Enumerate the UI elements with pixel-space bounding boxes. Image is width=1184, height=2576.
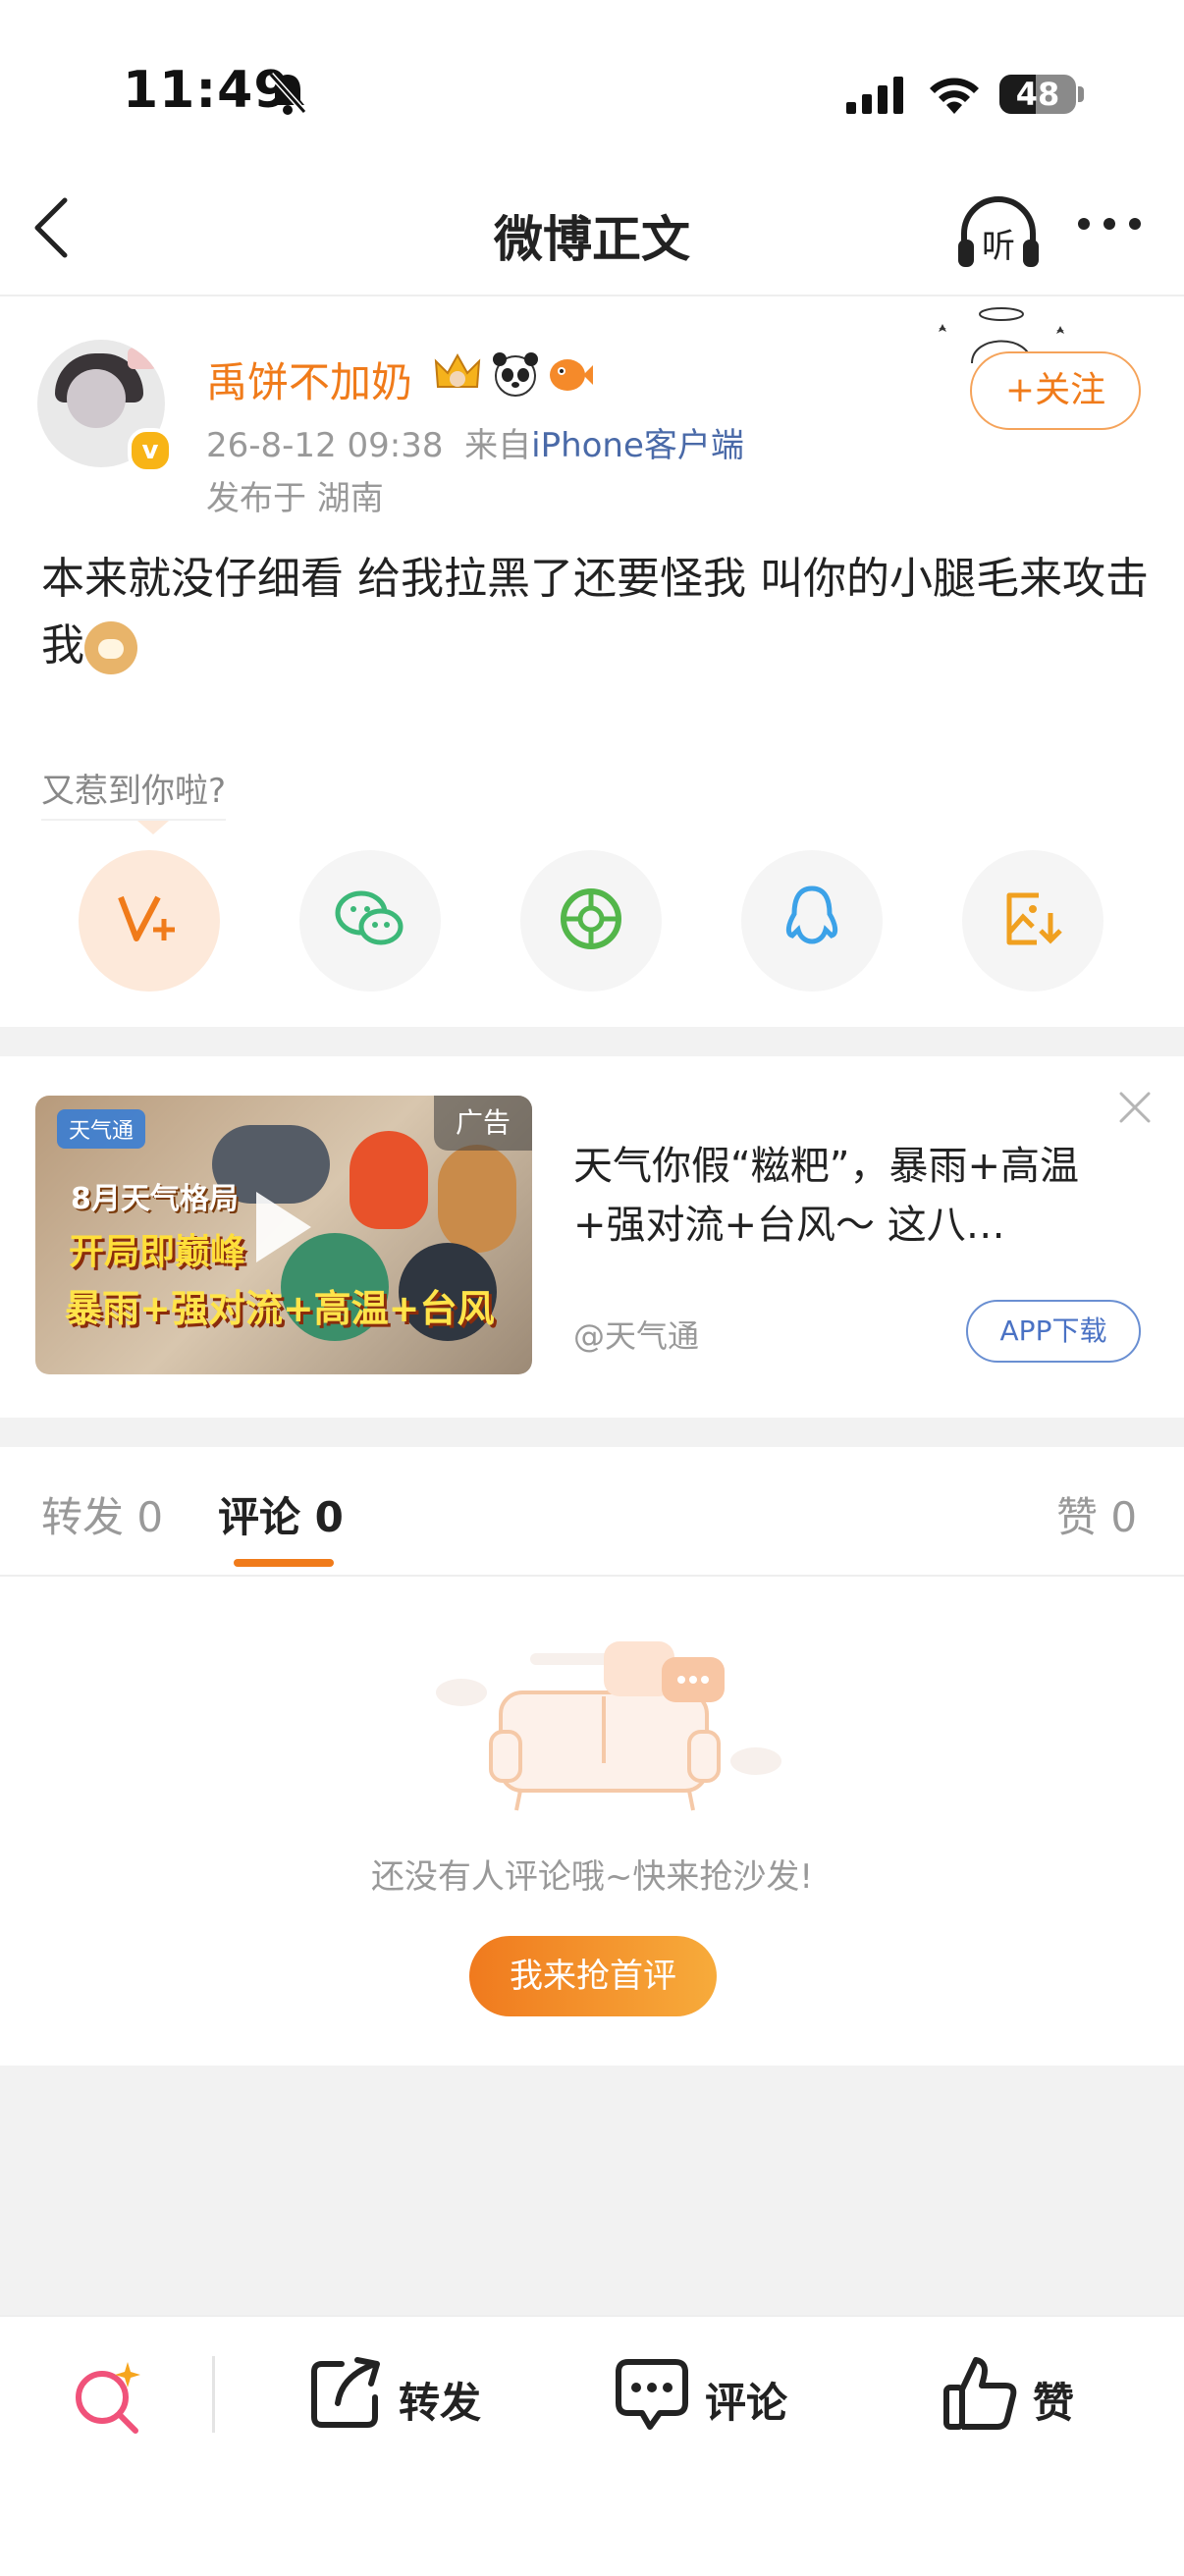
close-ad-icon[interactable]	[1115, 1088, 1155, 1131]
listen-label: 听	[982, 227, 1015, 266]
share-caret	[137, 821, 169, 834]
more-options-icon[interactable]	[1076, 216, 1143, 236]
like-button[interactable]: 赞	[1033, 2370, 1074, 2430]
ad-thumb-brand: 天气通	[57, 1109, 146, 1149]
username[interactable]: 禹饼不加奶	[206, 349, 412, 409]
share-prompt-underline	[41, 819, 226, 821]
doge-emoji-icon	[84, 621, 137, 674]
ad-thumb-line2: 开局即巅峰	[69, 1232, 246, 1272]
source-prefix: 来自	[464, 426, 532, 465]
battery-indicator: 48	[999, 75, 1076, 114]
moments-icon	[557, 885, 625, 957]
bell-muted-icon	[263, 69, 312, 122]
battery-cap	[1078, 86, 1084, 102]
qq-icon	[782, 885, 841, 957]
section-gap	[0, 2066, 1184, 2315]
ad-title[interactable]: 天气你假“糍粑”，暴雨+高温+强对流+台风～ 这八…	[573, 1137, 1123, 1255]
first-comment-button[interactable]: 我来抢首评	[469, 1936, 717, 2016]
share-qq-button[interactable]	[741, 850, 883, 992]
cellular-signal-icon	[846, 77, 907, 120]
tab-like[interactable]: 赞 0	[1056, 1484, 1137, 1544]
nav-divider	[0, 295, 1184, 296]
verified-badge: v	[128, 428, 173, 473]
follow-button[interactable]: +关注	[970, 351, 1141, 430]
wifi-icon	[927, 73, 982, 120]
tabs-divider	[0, 1575, 1184, 1577]
post-meta: 26-8-12 09:38 来自iPhone客户端	[206, 418, 744, 466]
app-download-button[interactable]: APP下载	[966, 1300, 1141, 1363]
empty-comments-message: 还没有人评论哦~快来抢沙发!	[370, 1857, 814, 1897]
repost-icon[interactable]	[306, 2354, 385, 2437]
ad-thumb-line3: 暴雨+强对流+高温+台风	[65, 1287, 495, 1330]
ad-source: @天气通	[573, 1317, 700, 1355]
fish-badge-icon	[546, 349, 595, 399]
vplus-icon	[115, 889, 184, 952]
play-icon	[256, 1192, 311, 1262]
ad-thumb-line1: 8月天气格局	[71, 1182, 239, 1216]
ai-search-icon[interactable]	[69, 2358, 147, 2441]
share-save-image-button[interactable]	[962, 850, 1103, 992]
share-wechat-button[interactable]	[299, 850, 441, 992]
crown-badge-icon	[432, 349, 481, 399]
post-location: 发布于 湖南	[206, 479, 384, 518]
share-vplus-button[interactable]	[79, 850, 220, 992]
post-timestamp: 26-8-12 09:38	[206, 426, 444, 465]
post-text: 本来就没仔细看 给我拉黑了还要怪我 叫你的小腿毛来攻击我	[41, 554, 1149, 671]
tab-indicator	[234, 1559, 334, 1567]
ad-tag: 广告	[434, 1096, 532, 1151]
listen-headphones-icon[interactable]: 听	[954, 192, 1043, 275]
share-prompt: 又惹到你啦?	[41, 772, 227, 811]
empty-sofa-illustration	[432, 1634, 785, 1824]
like-thumb-icon[interactable]	[941, 2354, 1019, 2437]
tab-repost[interactable]: 转发 0	[41, 1484, 163, 1544]
comment-button[interactable]: 评论	[705, 2370, 787, 2430]
comment-icon[interactable]	[613, 2354, 691, 2437]
post-source-link[interactable]: iPhone客户端	[531, 426, 744, 465]
battery-level: 48	[1015, 76, 1060, 113]
bottom-divider	[212, 2356, 215, 2433]
share-moments-button[interactable]	[520, 850, 662, 992]
wechat-icon	[334, 887, 406, 954]
section-gap	[0, 1027, 1184, 1056]
panda-badge-icon	[491, 349, 540, 399]
section-gap	[0, 1418, 1184, 1447]
post-body: 本来就没仔细看 给我拉黑了还要怪我 叫你的小腿毛来攻击我	[41, 546, 1151, 679]
save-image-icon	[1001, 887, 1064, 954]
repost-button[interactable]: 转发	[399, 2370, 481, 2430]
tab-comment[interactable]: 评论 0	[218, 1484, 344, 1544]
